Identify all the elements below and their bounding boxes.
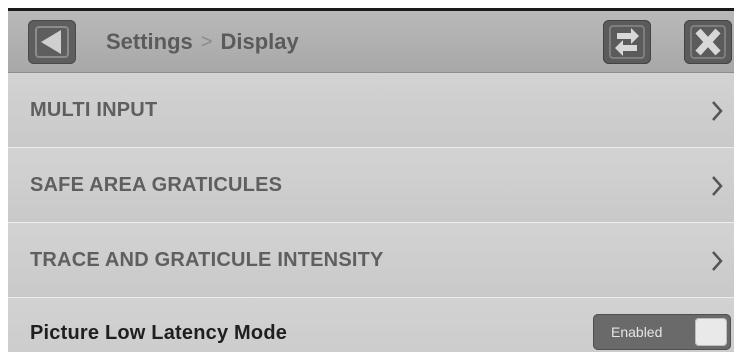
menu-item-label: SAFE AREA GRATICULES	[30, 173, 283, 196]
chevron-right-icon	[712, 251, 723, 271]
menu-item-multi-input[interactable]: MULTI INPUT	[8, 73, 734, 148]
header-bar: Settings > Display	[8, 11, 734, 73]
swap-button[interactable]	[603, 20, 651, 64]
menu-item-label: MULTI INPUT	[30, 98, 158, 121]
menu-item-label: TRACE AND GRATICULE INTENSITY	[30, 248, 384, 271]
breadcrumb: Settings > Display	[106, 11, 299, 73]
back-button[interactable]	[28, 20, 76, 64]
low-latency-toggle[interactable]: Enabled	[593, 314, 731, 350]
toggle-state-label: Enabled	[611, 324, 663, 340]
settings-menu: MULTI INPUT SAFE AREA GRATICULES TRACE A…	[8, 73, 734, 352]
page-title: Display	[220, 29, 299, 54]
menu-item-safe-area-graticules[interactable]: SAFE AREA GRATICULES	[8, 148, 734, 223]
chevron-right-icon	[712, 176, 723, 196]
toggle-knob[interactable]	[695, 318, 727, 346]
breadcrumb-separator: >	[200, 30, 213, 53]
swap-arrows-icon	[609, 25, 645, 59]
close-button[interactable]	[684, 20, 732, 64]
back-arrow-icon	[35, 26, 69, 58]
menu-item-label: Picture Low Latency Mode	[30, 321, 288, 344]
chevron-right-icon	[712, 101, 723, 121]
close-x-icon	[690, 25, 726, 59]
settings-window: Settings > Display MULTI INPUT SAFE AREA…	[8, 8, 734, 352]
breadcrumb-parent[interactable]: Settings	[106, 29, 193, 55]
menu-item-trace-graticule-intensity[interactable]: TRACE AND GRATICULE INTENSITY	[8, 223, 734, 298]
menu-item-picture-low-latency: Picture Low Latency Mode Enabled	[8, 298, 734, 352]
